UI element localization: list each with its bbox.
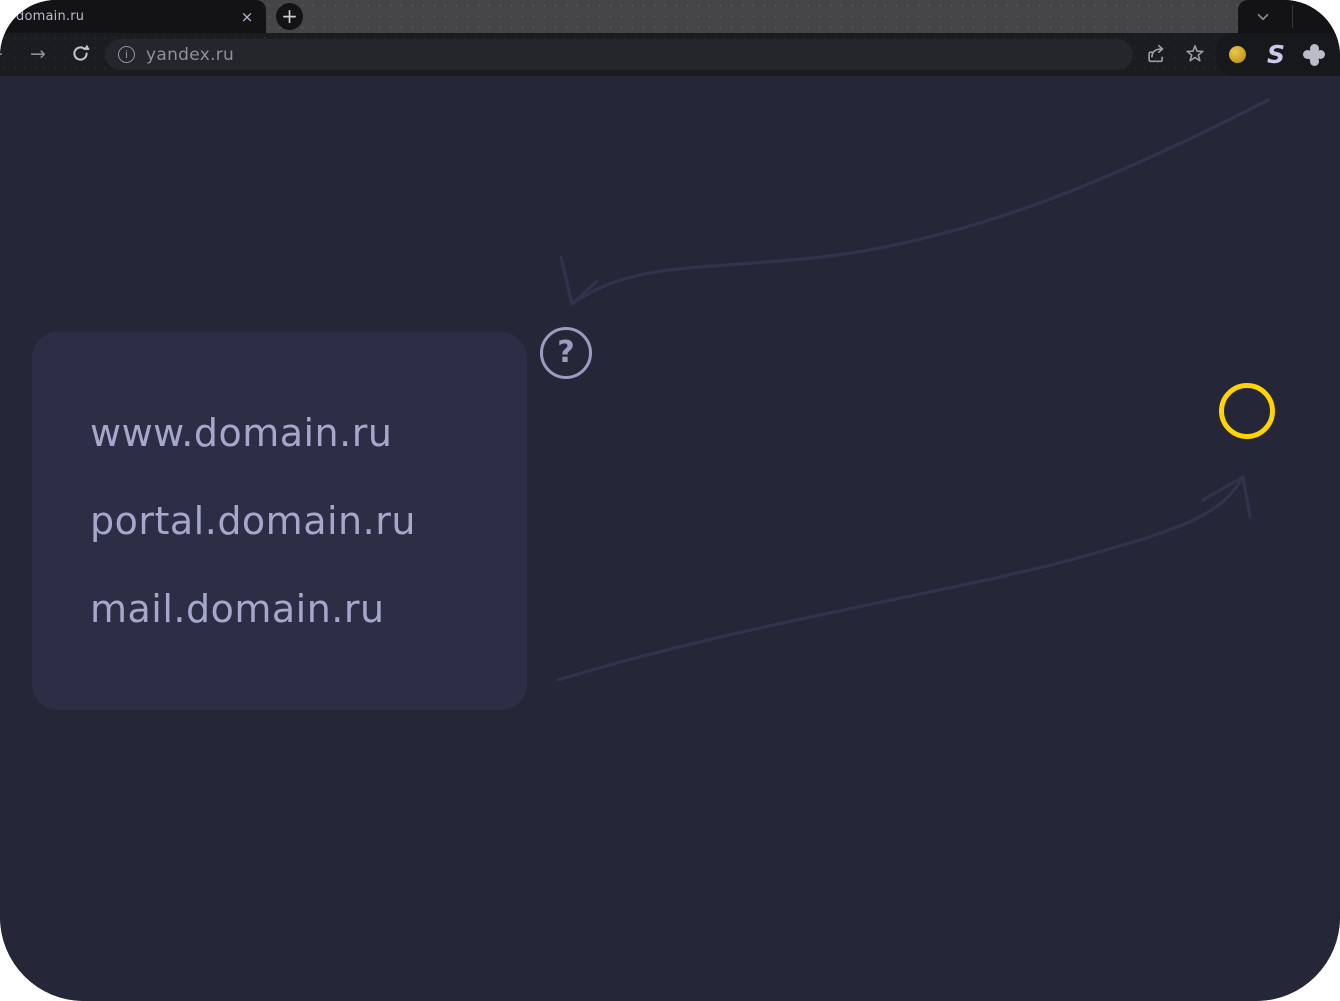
extensions-puzzle-icon[interactable]: [1302, 43, 1326, 67]
help-icon: ?: [540, 327, 592, 379]
browser-toolbar: ← → i yandex.ru S: [0, 33, 1340, 76]
new-tab-button[interactable]: +: [276, 3, 303, 30]
url-text[interactable]: yandex.ru: [146, 45, 234, 65]
bookmark-star-icon[interactable]: [1184, 43, 1206, 65]
divider: [1292, 5, 1293, 28]
back-icon[interactable]: ←: [0, 43, 3, 65]
forward-icon[interactable]: →: [30, 43, 46, 65]
yellow-highlight-circle: [1219, 383, 1275, 439]
reload-icon[interactable]: [70, 43, 91, 64]
tab-strip: domain.ru × +: [0, 0, 1340, 33]
domains-card: www.domain.ru portal.domain.ru mail.doma…: [32, 332, 527, 710]
share-icon[interactable]: [1146, 43, 1168, 65]
site-info-icon[interactable]: i: [118, 46, 135, 63]
tab-controls-box: [1238, 0, 1340, 33]
chevron-down-icon[interactable]: [1254, 8, 1272, 26]
yellow-extension-icon[interactable]: [1229, 46, 1246, 63]
arrow-to-yellow-circle: [558, 477, 1250, 680]
extensions-area: S: [1216, 33, 1340, 76]
tab-close-icon[interactable]: ×: [236, 6, 258, 28]
address-bar[interactable]: i yandex.ru: [105, 39, 1133, 70]
active-tab[interactable]: domain.ru ×: [0, 0, 266, 33]
domain-item: www.domain.ru: [90, 414, 527, 452]
domain-item: mail.domain.ru: [90, 590, 527, 628]
plus-icon: +: [281, 6, 298, 26]
tab-title: domain.ru: [0, 9, 236, 24]
page-content: www.domain.ru portal.domain.ru mail.doma…: [0, 76, 1340, 1001]
arrow-to-help-icon: [561, 100, 1268, 304]
domain-item: portal.domain.ru: [90, 502, 527, 540]
browser-window: domain.ru × + ← → i yandex.ru: [0, 0, 1340, 1001]
stylus-extension-icon[interactable]: S: [1267, 42, 1285, 67]
